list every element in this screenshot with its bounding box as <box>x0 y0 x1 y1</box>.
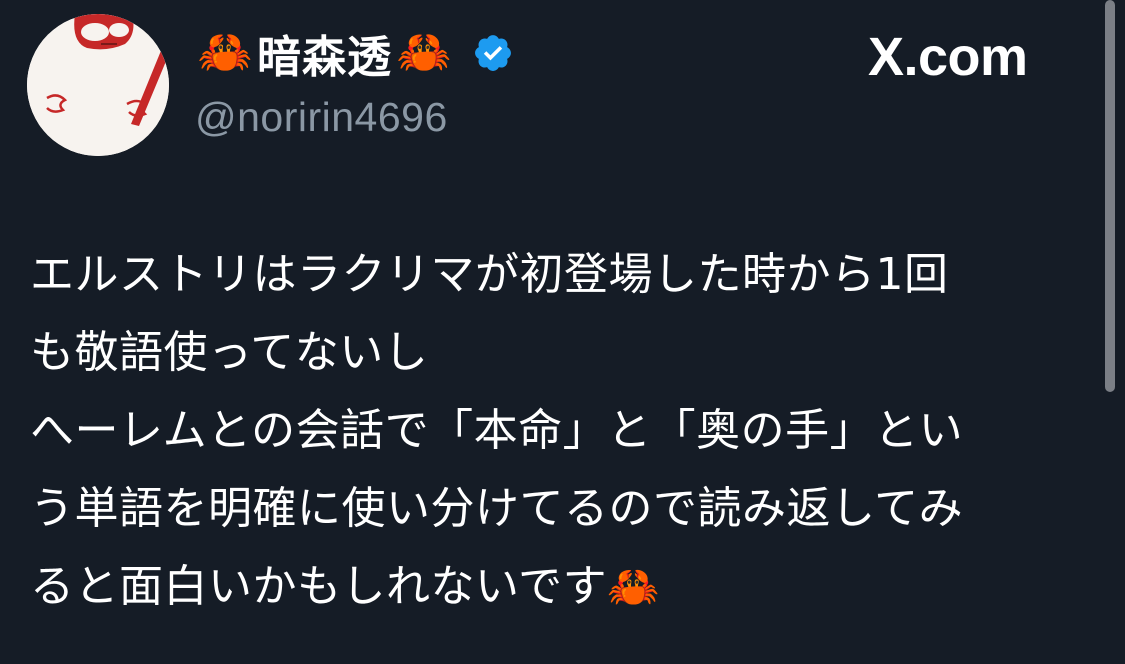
verified-badge-icon <box>475 35 511 71</box>
crab-emoji-icon: 🦀 <box>607 562 660 611</box>
tweet-text-line-last: ると面白いかもしれないです🦀 <box>30 548 1100 626</box>
display-name[interactable]: 暗森透 <box>257 21 392 85</box>
avatar[interactable] <box>27 14 169 156</box>
crab-emoji-icon: 🦀 <box>396 27 452 78</box>
tweet-text-line: う単語を明確に使い分けてるので読み返してみ <box>30 483 964 534</box>
avatar-illustration <box>27 14 169 156</box>
tweet-text-line: ると面白いかもしれないです <box>30 561 608 612</box>
user-handle[interactable]: @noririn4696 <box>195 94 514 141</box>
tweet-card: 🦀 暗森透 🦀 @noririn4696 X.com エルストリはラクリマが初登… <box>0 0 1125 664</box>
tweet-text-line: へーレムとの会話で「本命」と「奥の手」とい <box>30 405 964 456</box>
name-row: 🦀 暗森透 🦀 <box>195 22 514 84</box>
tweet-text: エルストリはラクリマが初登場した時から1回 も敬語使ってないし へーレムとの会話… <box>30 236 1100 626</box>
tweet-text-line: も敬語使ってないし <box>30 327 429 378</box>
author-header: 🦀 暗森透 🦀 @noririn4696 <box>195 22 514 141</box>
scrollbar[interactable] <box>1105 0 1115 392</box>
tweet-text-line: エルストリはラクリマが初登場した時から1回 <box>30 249 949 300</box>
crab-emoji-icon: 🦀 <box>197 27 253 78</box>
x-logo: X.com <box>868 27 1028 87</box>
